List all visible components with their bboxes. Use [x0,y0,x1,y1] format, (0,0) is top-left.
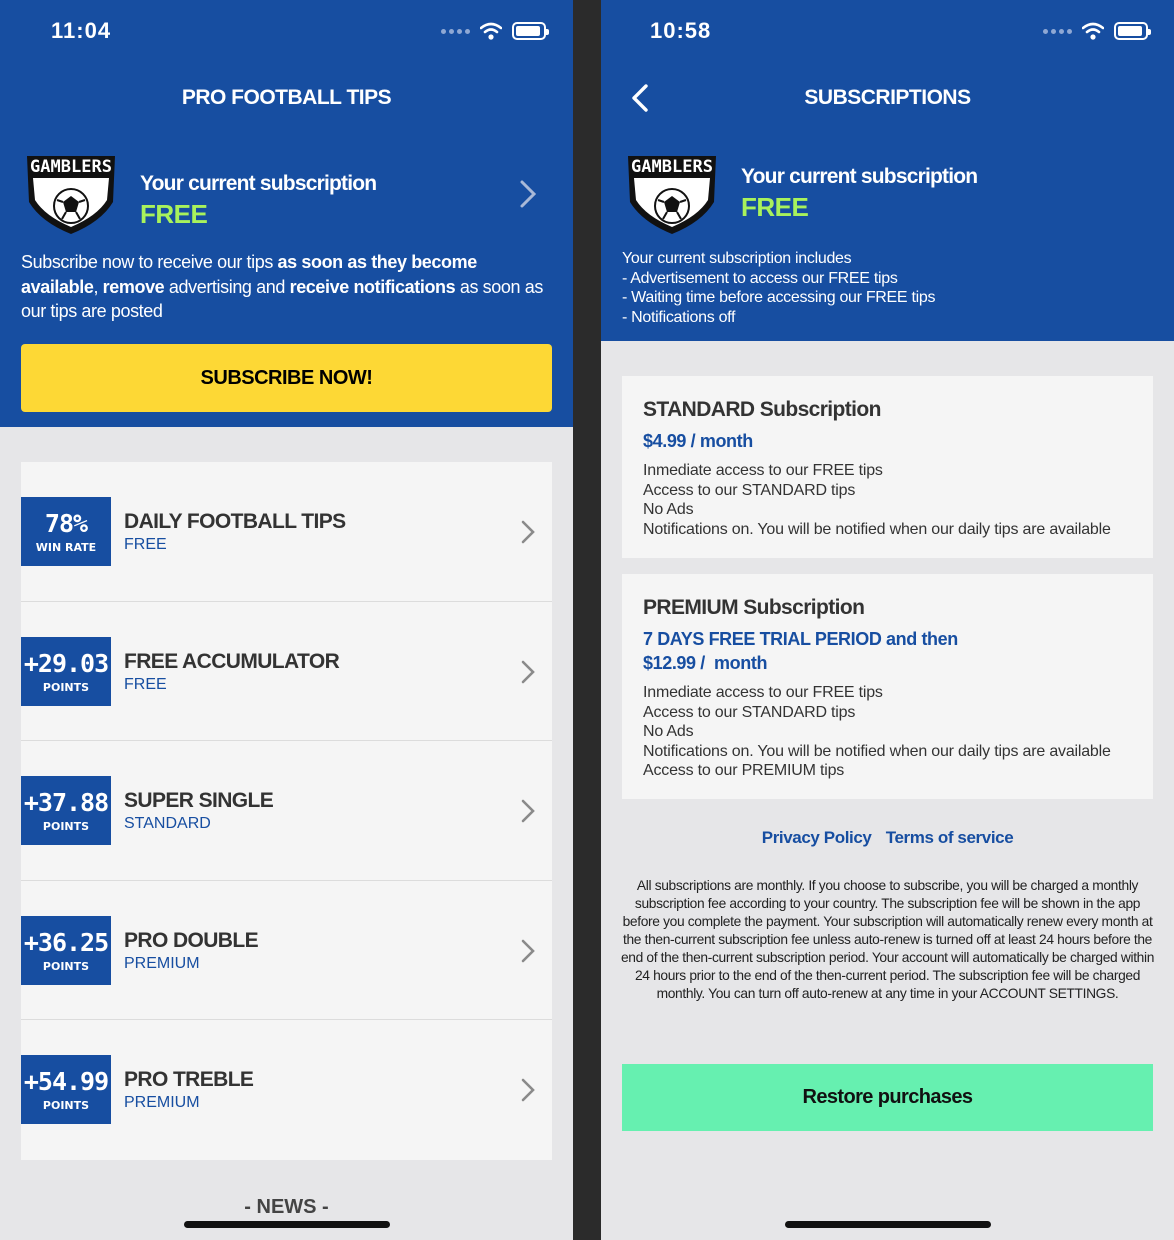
chevron-right-icon [521,799,535,823]
current-subscription-label: Your current subscription [140,172,377,195]
home-indicator[interactable] [184,1221,390,1228]
wifi-icon [1082,22,1104,40]
legal-links: Privacy Policy Terms of service [601,828,1174,848]
badge-unit: POINTS [42,959,90,973]
current-subscription-value: FREE [741,192,809,222]
page-title: PRO FOOTBALL TIPS [181,86,392,109]
status-time: 11:04 [51,18,112,43]
signal-dots-icon [1043,28,1072,34]
feature-item: No Ads [643,501,694,518]
feature-item: Access to our PREMIUM tips [643,762,845,779]
badge-value: +37.88 [23,788,109,817]
tip-badge: 78% WIN RATE [21,497,111,566]
tip-badge: +29.03 POINTS [21,636,111,706]
feature-item: Inmediate access to our FREE tips [643,462,883,479]
tips-list: 78% WIN RATE DAILY FOOTBALL TIPS FREE +2… [21,462,552,1160]
feature-item: Inmediate access to our FREE tips [643,684,883,701]
card-features: Inmediate access to our FREE tips Access… [643,461,1133,539]
tip-level: PREMIUM [124,954,200,972]
chevron-right-icon [521,1078,535,1102]
tip-title: PRO DOUBLE [124,928,259,952]
tip-badge: +36.25 POINTS [21,915,111,985]
includes-item: - Notifications off [622,308,736,326]
standard-subscription-card[interactable]: STANDARD Subscription $4.99 / month Inme… [622,376,1153,558]
status-time: 10:58 [650,18,712,43]
tip-title: DAILY FOOTBALL TIPS [124,510,346,533]
status-icons [441,22,549,40]
trial-text: 7 DAYS FREE TRIAL PERIOD and then [643,629,958,649]
wifi-icon [480,22,502,40]
subscriptions-screen: 10:58 SUBSCRIPTIONS GAMBLERS Your curren… [601,0,1174,1240]
chevron-right-icon[interactable] [518,179,538,209]
includes-item: - Waiting time before accessing our FREE… [622,289,936,306]
battery-icon [512,22,549,40]
premium-subscription-card[interactable]: PREMIUM Subscription 7 DAYS FREE TRIAL P… [622,574,1153,799]
badge-unit: POINTS [42,1099,90,1112]
tip-row-pro-treble[interactable]: +54.99 POINTS PRO TREBLE PREMIUM [21,1020,552,1160]
terms-of-service-link[interactable]: Terms of service [886,828,1014,847]
badge-unit: WIN RATE [35,541,97,554]
chevron-right-icon [521,520,535,544]
chevron-right-icon [521,939,535,962]
tip-row-pro-double[interactable]: +36.25 POINTS PRO DOUBLE PREMIUM [21,881,552,1020]
feature-item: Access to our STANDARD tips [643,703,856,721]
card-price: $4.99 / month [643,431,753,451]
status-icons [1043,22,1151,40]
feature-item: No Ads [643,723,694,740]
card-title: PREMIUM Subscription [643,596,865,619]
feature-item: Access to our STANDARD tips [643,481,856,499]
tip-row-super-single[interactable]: +37.88 POINTS SUPER SINGLE STANDARD [21,741,552,881]
price-text: $12.99 / month [643,653,768,673]
logo-text: GAMBLERS [30,157,112,177]
promo-text: Subscribe now to receive our tips as soo… [21,252,543,321]
logo-text: GAMBLERS [631,157,713,177]
privacy-policy-link[interactable]: Privacy Policy [762,828,872,847]
tip-badge: +54.99 POINTS [21,1055,111,1124]
tip-badge: +37.88 POINTS [21,776,111,845]
card-price: 7 DAYS FREE TRIAL PERIOD and then $12.99… [643,627,1133,675]
badge-unit: POINTS [42,820,90,833]
includes-heading: Your current subscription includes [622,250,852,267]
news-section-heading: - NEWS - [244,1196,329,1218]
badge-value: +29.03 [23,648,109,678]
header-panel: 10:58 SUBSCRIPTIONS GAMBLERS Your curren… [601,0,1174,341]
gamblers-logo: GAMBLERS [628,156,716,234]
tip-title: PRO TREBLE [124,1068,254,1091]
page-title: SUBSCRIPTIONS [804,86,971,109]
badge-unit: POINTS [42,680,90,694]
tip-row-daily-football-tips[interactable]: 78% WIN RATE DAILY FOOTBALL TIPS FREE [21,462,552,602]
home-indicator[interactable] [785,1221,991,1228]
card-features: Inmediate access to our FREE tips Access… [643,683,1133,781]
home-screen: 11:04 PRO FOOTBALL TIPS GAMBLERS Your cu… [0,0,573,1240]
current-subscription-value: FREE [140,199,208,229]
chevron-right-icon [521,660,535,683]
restore-purchases-button[interactable]: Restore purchases [622,1064,1153,1131]
tip-level: PREMIUM [124,1094,200,1111]
feature-item: Notifications on. You will be notified w… [643,742,1111,760]
subscribe-now-button[interactable]: SUBSCRIBE NOW! [21,344,552,412]
current-subscription-label: Your current subscription [741,165,978,188]
badge-value: 78% [44,509,88,538]
includes-item: - Advertisement to access our FREE tips [622,269,898,287]
tip-level: FREE [124,675,167,693]
tip-row-free-accumulator[interactable]: +29.03 POINTS FREE ACCUMULATOR FREE [21,602,552,741]
gamblers-logo: GAMBLERS [27,156,115,234]
badge-value: +54.99 [23,1067,109,1096]
signal-dots-icon [441,28,470,34]
current-subscription-includes: Your current subscription includes - Adv… [622,249,935,327]
tip-level: STANDARD [124,815,211,832]
tip-title: FREE ACCUMULATOR [124,649,340,673]
tip-title: SUPER SINGLE [124,789,274,812]
tip-level: FREE [124,536,167,553]
header-panel: 11:04 PRO FOOTBALL TIPS GAMBLERS Your cu… [0,0,573,427]
legal-text: All subscriptions are monthly. If you ch… [620,878,1155,1001]
badge-value: +36.25 [23,927,109,957]
battery-icon [1114,22,1151,40]
card-title: STANDARD Subscription [643,398,881,421]
feature-item: Notifications on. You will be notified w… [643,520,1111,538]
